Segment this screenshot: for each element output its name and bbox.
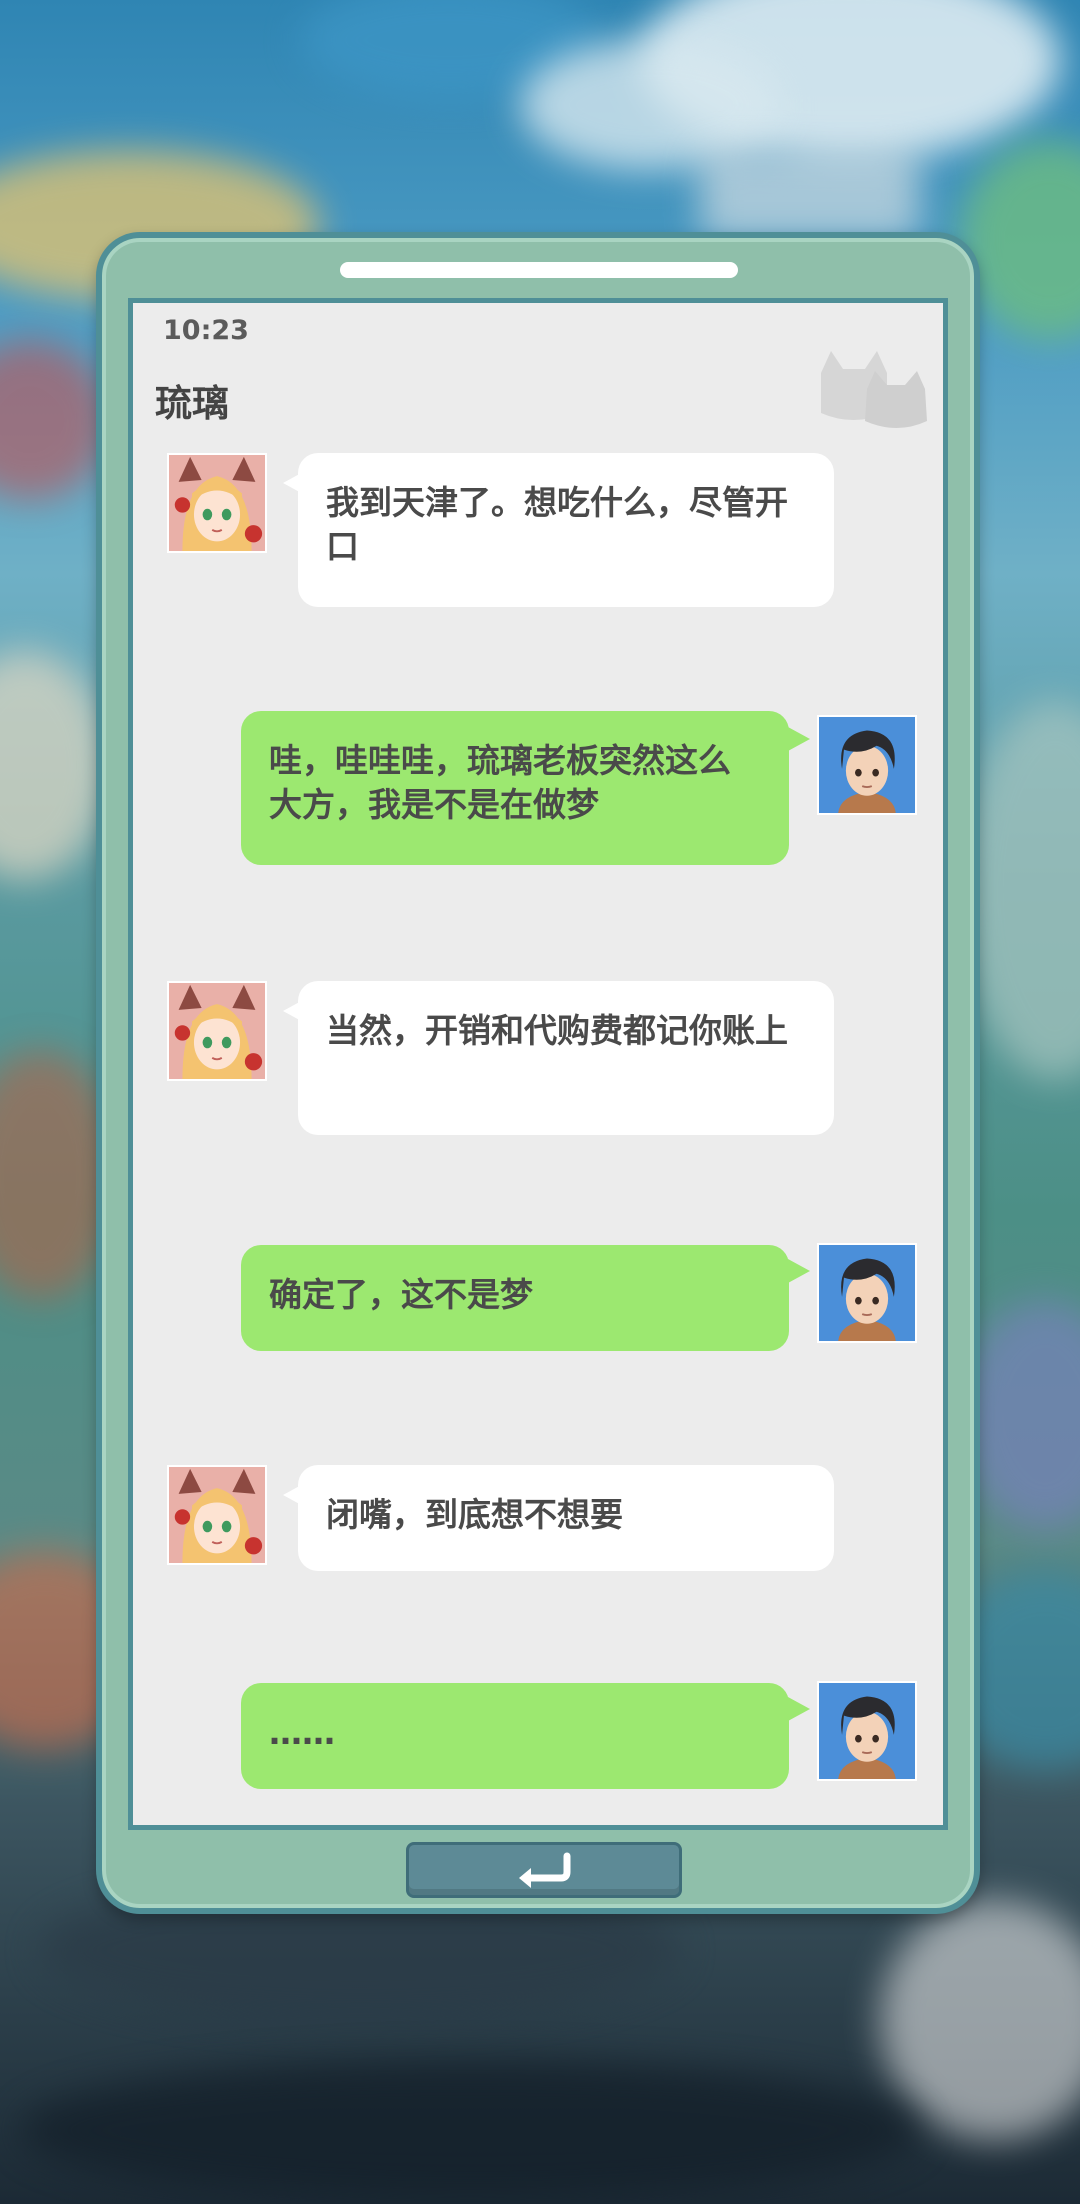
message-bubble[interactable]: …… <box>241 1683 789 1789</box>
clock-time: 10:23 <box>163 315 249 346</box>
message-bubble[interactable]: 闭嘴，到底想不想要 <box>298 1465 834 1571</box>
back-button[interactable] <box>406 1842 682 1898</box>
phone-device: 10:23 琉璃 我到天津了。想吃什么，尽管开口 哇，哇哇哇，琉璃老板突然这么大… <box>96 232 980 1914</box>
ruri-avatar[interactable] <box>167 453 267 553</box>
message-bubble[interactable]: 哇，哇哇哇，琉璃老板突然这么大方，我是不是在做梦 <box>241 711 789 865</box>
ruri-avatar[interactable] <box>167 1465 267 1565</box>
message-bubble[interactable]: 当然，开销和代购费都记你账上 <box>298 981 834 1135</box>
message-bubble[interactable]: 我到天津了。想吃什么，尽管开口 <box>298 453 834 607</box>
chat-screen[interactable]: 10:23 琉璃 我到天津了。想吃什么，尽管开口 哇，哇哇哇，琉璃老板突然这么大… <box>128 298 948 1830</box>
contact-name: 琉璃 <box>155 382 229 425</box>
ruri-avatar[interactable] <box>167 981 267 1081</box>
player-avatar[interactable] <box>817 1243 917 1343</box>
message-bubble[interactable]: 确定了，这不是梦 <box>241 1245 789 1351</box>
cats-silhouette-icon <box>821 351 927 428</box>
player-avatar[interactable] <box>817 1681 917 1781</box>
phone-speaker <box>340 262 738 278</box>
player-avatar[interactable] <box>817 715 917 815</box>
return-arrow-icon <box>519 1852 571 1888</box>
